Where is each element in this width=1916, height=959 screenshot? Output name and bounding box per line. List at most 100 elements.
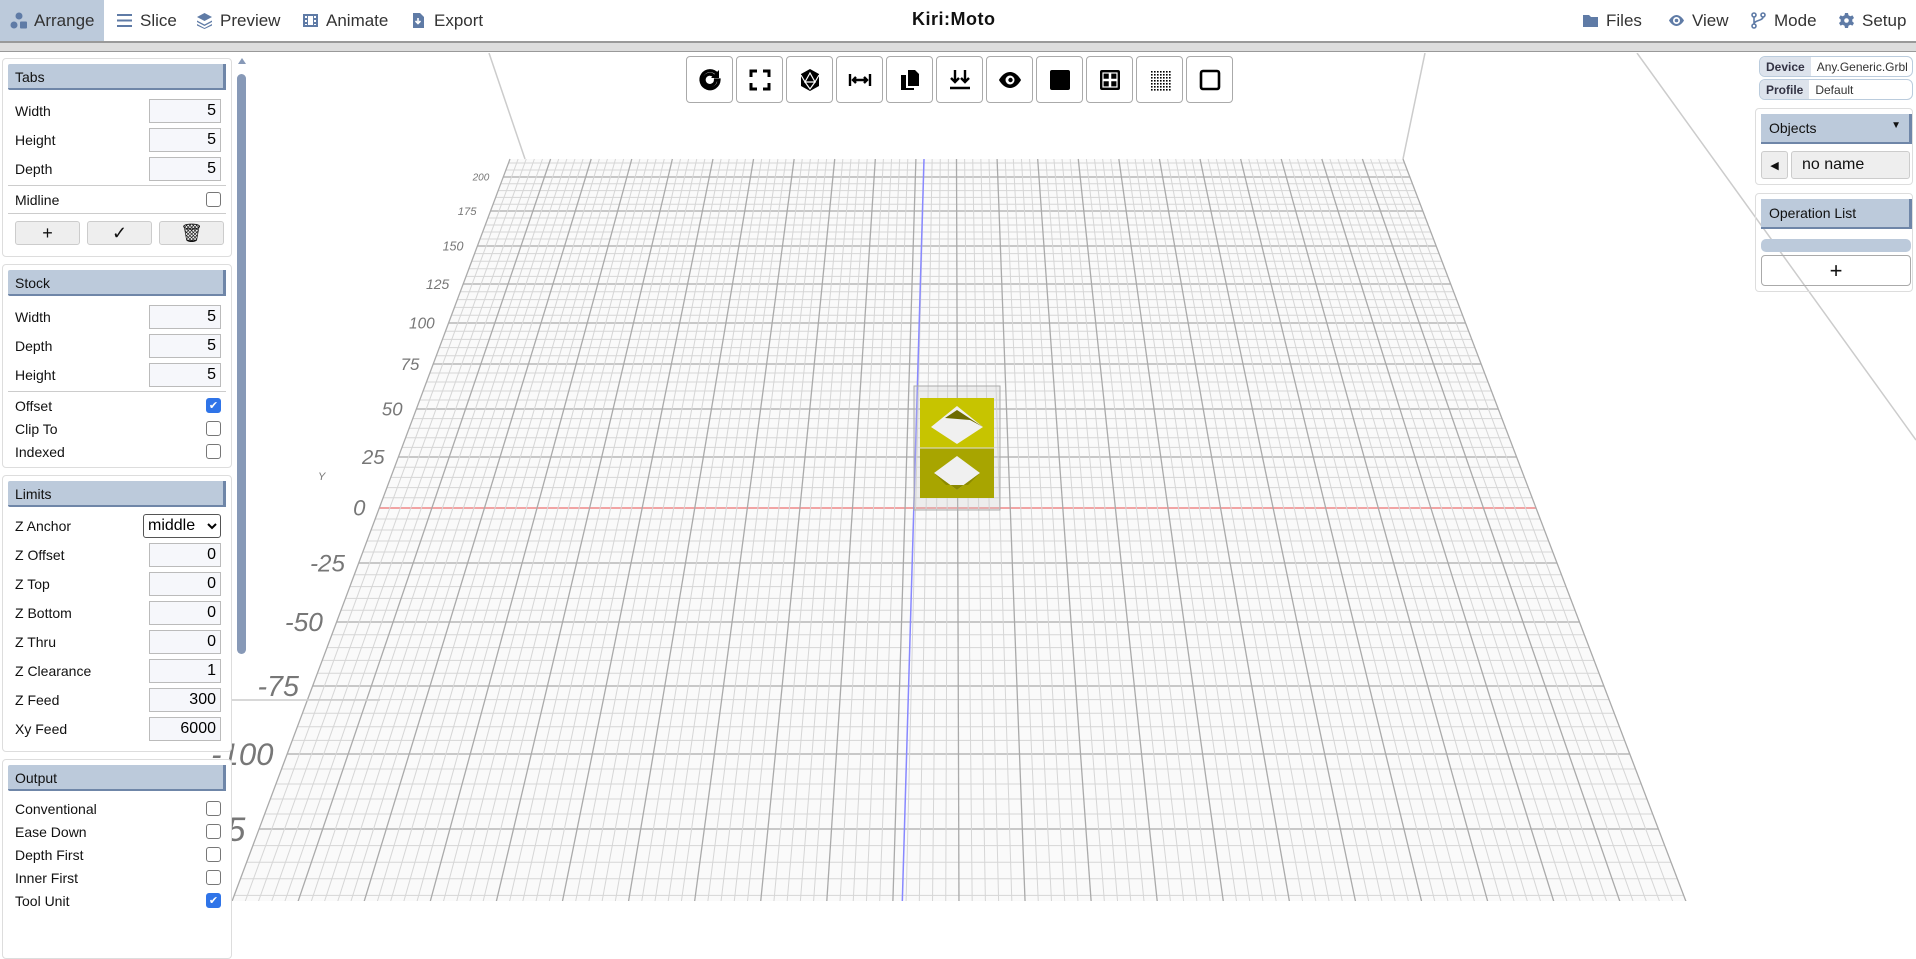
z-clearance-input[interactable]	[149, 659, 221, 683]
z-bottom-input[interactable]	[149, 601, 221, 625]
nav-preview[interactable]: Preview	[186, 0, 290, 41]
drop-button[interactable]	[936, 56, 983, 103]
left-settings-panel: TabsWidthHeightDepthMidline+✓🗑StockWidth…	[0, 53, 234, 901]
nav-export[interactable]: Export	[400, 0, 493, 41]
3d-viewport[interactable]: 2001751501251007550250-25-50-75-100-125Y	[0, 53, 1916, 901]
nav-label: Preview	[220, 11, 280, 31]
grid-button[interactable]	[1086, 56, 1133, 103]
nav-setup[interactable]: Setup	[1828, 0, 1916, 41]
device-label: Device	[1760, 57, 1811, 76]
z-top-row: Z Top	[3, 569, 231, 598]
conventional-label: Conventional	[15, 801, 97, 817]
rotate-icon	[698, 68, 722, 92]
nav-animate[interactable]: Animate	[292, 0, 398, 41]
dice-d20-icon	[798, 68, 822, 92]
y-tick-label: 0	[353, 496, 366, 521]
tabs-height-input[interactable]	[149, 128, 221, 152]
output-header[interactable]: Output	[8, 765, 226, 791]
depth-first-checkbox[interactable]	[206, 847, 221, 862]
z-top-input[interactable]	[149, 572, 221, 596]
stock-depth-label: Depth	[15, 338, 52, 354]
dotted-button[interactable]	[1136, 56, 1183, 103]
arrows-left-right-to-line-icon	[848, 68, 872, 92]
object-item[interactable]: no name	[1791, 151, 1910, 179]
menu-divider	[0, 43, 1916, 52]
limits-header[interactable]: Limits	[8, 481, 226, 507]
nav-slice[interactable]: Slice	[106, 0, 187, 41]
ease-down-label: Ease Down	[15, 824, 87, 840]
wireframe-button[interactable]	[1186, 56, 1233, 103]
ease-down-checkbox[interactable]	[206, 824, 221, 839]
spread-button[interactable]	[836, 56, 883, 103]
operation-list-bar	[1761, 239, 1911, 252]
clip-to-label: Clip To	[15, 421, 58, 437]
indexed-label: Indexed	[15, 444, 65, 460]
ease-down-row: Ease Down	[3, 820, 231, 843]
xy-feed-input[interactable]	[149, 717, 221, 741]
shapes-icon	[10, 12, 27, 29]
nav-label: Animate	[326, 11, 388, 31]
objects-header[interactable]: Objects▼	[1761, 114, 1912, 144]
tab-apply-button[interactable]: ✓	[87, 221, 152, 245]
tab-delete-button[interactable]: 🗑	[159, 221, 224, 245]
caret-left-icon[interactable]: ◀	[1761, 151, 1788, 179]
view-toolbar	[686, 56, 1233, 103]
rotate-button[interactable]	[686, 56, 733, 103]
offset-checkbox[interactable]: ✔	[206, 398, 221, 413]
stock-height-input[interactable]	[149, 363, 221, 387]
check-icon: ✓	[112, 223, 127, 244]
y-tick-label: -25	[310, 550, 345, 577]
caret-down-icon: ▼	[1891, 120, 1901, 136]
bounds-line	[1403, 53, 1425, 159]
arrows-down-to-line-icon	[948, 68, 972, 92]
layers-icon	[196, 12, 213, 29]
square-filled-icon	[1048, 68, 1072, 92]
z-feed-input[interactable]	[149, 688, 221, 712]
y-tick-label: 125	[426, 276, 449, 292]
stock-depth-input[interactable]	[149, 334, 221, 358]
indexed-checkbox[interactable]	[206, 444, 221, 459]
stock-width-input[interactable]	[149, 305, 221, 329]
z-offset-label: Z Offset	[15, 547, 65, 563]
tabs-header[interactable]: Tabs	[8, 64, 226, 90]
add-operation-button[interactable]: +	[1761, 255, 1911, 286]
y-tick-label: 175	[458, 206, 477, 218]
clip-to-checkbox[interactable]	[206, 421, 221, 436]
midline-checkbox[interactable]	[206, 192, 221, 207]
nav-files[interactable]: Files	[1572, 0, 1652, 41]
tabs-width-input[interactable]	[149, 99, 221, 123]
tabs-depth-input[interactable]	[149, 157, 221, 181]
model-object[interactable]	[914, 386, 1000, 510]
nav-arrange[interactable]: Arrange	[0, 0, 104, 41]
tab-add-button[interactable]: +	[15, 221, 80, 245]
nav-label: View	[1692, 11, 1729, 31]
build-plate-grid: 2001751501251007550250-25-50-75-100-125Y	[0, 53, 1916, 901]
gear-icon	[1838, 12, 1855, 29]
z-offset-input[interactable]	[149, 543, 221, 567]
inner-first-row: Inner First	[3, 866, 231, 889]
stock-width-row: Width	[3, 302, 231, 331]
y-tick-label: 150	[443, 239, 464, 253]
z-anchor-select[interactable]: middle	[143, 514, 221, 538]
nav-mode[interactable]: Mode	[1740, 0, 1827, 41]
fit-view-button[interactable]	[736, 56, 783, 103]
solid-button[interactable]	[1036, 56, 1083, 103]
nav-view[interactable]: View	[1658, 0, 1739, 41]
y-tick-label: 25	[361, 447, 385, 469]
visibility-button[interactable]	[986, 56, 1033, 103]
inner-first-checkbox[interactable]	[206, 870, 221, 885]
stock-depth-row: Depth	[3, 331, 231, 360]
stock-height-label: Height	[15, 367, 55, 383]
polygon-button[interactable]	[786, 56, 833, 103]
device-selector[interactable]: DeviceAny.Generic.Grbl	[1759, 56, 1913, 77]
stock-header[interactable]: Stock	[8, 270, 226, 296]
code-branch-icon	[1750, 12, 1767, 29]
conventional-checkbox[interactable]	[206, 801, 221, 816]
nav-label: Files	[1606, 11, 1642, 31]
device-value: Any.Generic.Grbl	[1811, 57, 1913, 76]
profile-selector[interactable]: ProfileDefault	[1759, 79, 1913, 100]
duplicate-button[interactable]	[886, 56, 933, 103]
z-thru-input[interactable]	[149, 630, 221, 654]
left-panel-scrollbar[interactable]	[236, 56, 247, 901]
tabs-height-label: Height	[15, 132, 55, 148]
